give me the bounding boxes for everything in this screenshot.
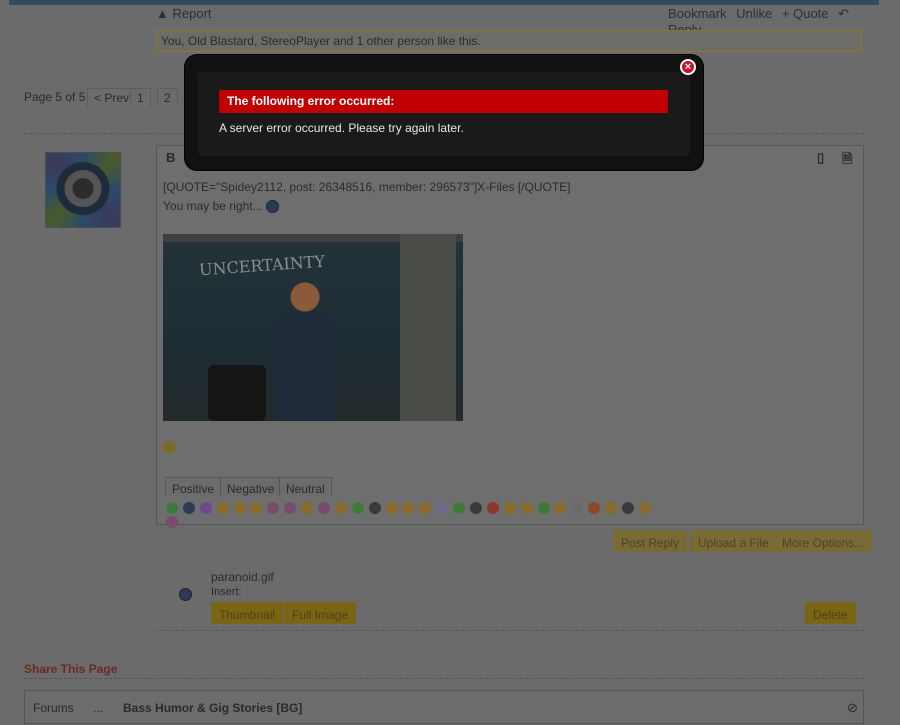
tab-neutral[interactable]: Neutral [279, 477, 332, 496]
smilie-icon[interactable] [318, 501, 331, 514]
unlike-link[interactable]: Unlike [736, 6, 772, 21]
smilie-icon[interactable] [166, 515, 178, 528]
top-banner [9, 0, 879, 5]
smilie-icon[interactable] [537, 501, 550, 514]
paranoid-smilie-icon [265, 200, 279, 214]
smilie-icon[interactable] [554, 501, 567, 514]
error-title: The following error occurred: [219, 90, 668, 113]
smilie-icon[interactable] [520, 501, 533, 514]
photo-window [400, 234, 456, 421]
smilie-icon[interactable] [182, 501, 195, 514]
attachment-filename: paranoid.gif [211, 570, 274, 584]
likes-summary: You, Old Blastard, StereoPlayer and 1 ot… [156, 30, 862, 52]
breadcrumb: Forums ... Bass Humor & Gig Stories [BG]… [24, 690, 864, 724]
photo-chair [208, 365, 266, 421]
bold-button[interactable]: B [166, 150, 175, 165]
smilie-icon[interactable] [385, 501, 398, 514]
page-link-2[interactable]: 2 [157, 88, 178, 107]
smilie-icon[interactable] [588, 501, 601, 514]
smilie-icon[interactable] [486, 501, 499, 514]
quote-link[interactable]: + Quote [782, 6, 829, 21]
breadcrumb-current[interactable]: Bass Humor & Gig Stories [BG] [123, 691, 302, 723]
grin-smilie-icon [163, 441, 176, 454]
smilie-icon[interactable] [199, 501, 212, 514]
smilie-icon[interactable] [436, 501, 449, 514]
smilie-icon[interactable] [419, 501, 432, 514]
post-reply-button[interactable]: Post Reply [613, 530, 688, 552]
smilie-icon[interactable] [334, 501, 347, 514]
insert-full-image-button[interactable]: Full Image [284, 602, 357, 624]
bookmark-link[interactable]: Bookmark [668, 6, 727, 21]
insert-thumbnail-button[interactable]: Thumbnail [211, 602, 284, 624]
reply-arrow-icon: ↶ [838, 6, 850, 21]
smilie-icon[interactable] [351, 501, 364, 514]
smilie-icon[interactable] [470, 501, 483, 514]
avatar[interactable] [45, 152, 121, 228]
page-indicator: Page 5 of 5 [24, 90, 86, 104]
attachment-divider [156, 630, 864, 631]
smilie-icon[interactable] [166, 501, 178, 514]
smilie-icon[interactable] [301, 501, 314, 514]
eraser-icon[interactable]: ▯ [817, 150, 824, 166]
smilie-icon[interactable] [453, 501, 466, 514]
attachment-insert-label: Insert: [211, 586, 242, 598]
close-icon[interactable]: × [680, 59, 696, 75]
page-link-1[interactable]: 1 [130, 88, 151, 107]
prev-page-link[interactable]: < Prev [87, 88, 137, 107]
smilie-icon[interactable] [267, 501, 280, 514]
report-link[interactable]: ▲ Report [156, 6, 212, 21]
smilie-icon[interactable] [571, 501, 584, 514]
tab-negative[interactable]: Negative [220, 477, 282, 496]
jump-icon[interactable]: ⊘ [847, 691, 858, 723]
smilie-icon[interactable] [233, 501, 246, 514]
error-message: A server error occurred. Please try agai… [219, 121, 464, 135]
more-options-button[interactable]: More Options... [774, 530, 873, 552]
breadcrumb-ellipsis[interactable]: ... [93, 691, 103, 723]
smilie-icon[interactable] [605, 501, 618, 514]
report-label: Report [172, 6, 212, 21]
attachment-thumbnail-icon [179, 588, 192, 601]
body-text-line: You may be right... [163, 199, 279, 214]
delete-attachment-button[interactable]: Delete [805, 602, 856, 624]
warning-icon: ▲ [156, 6, 169, 21]
smilie-icon[interactable] [368, 501, 381, 514]
error-modal-body [198, 72, 690, 156]
tab-positive[interactable]: Positive [165, 477, 222, 496]
smilie-icon[interactable] [284, 501, 297, 514]
source-view-icon[interactable]: 🗎 [842, 150, 852, 172]
breadcrumb-forums[interactable]: Forums [33, 691, 74, 723]
smilie-icon[interactable] [216, 501, 229, 514]
share-title: Share This Page [24, 662, 118, 676]
smilie-icon[interactable] [638, 501, 651, 514]
quote-bbcode: [QUOTE="Spidey2112, post: 26348516, memb… [163, 180, 571, 194]
photo-person [275, 275, 335, 421]
share-divider [24, 678, 864, 679]
upload-file-button[interactable]: Upload a File [690, 530, 777, 552]
smilie-icon[interactable] [503, 501, 516, 514]
smilie-icon[interactable] [622, 501, 635, 514]
body-text: You may be right... [163, 199, 263, 213]
smilie-palette [166, 500, 666, 528]
smilie-icon[interactable] [402, 501, 415, 514]
smilie-icon[interactable] [250, 501, 263, 514]
